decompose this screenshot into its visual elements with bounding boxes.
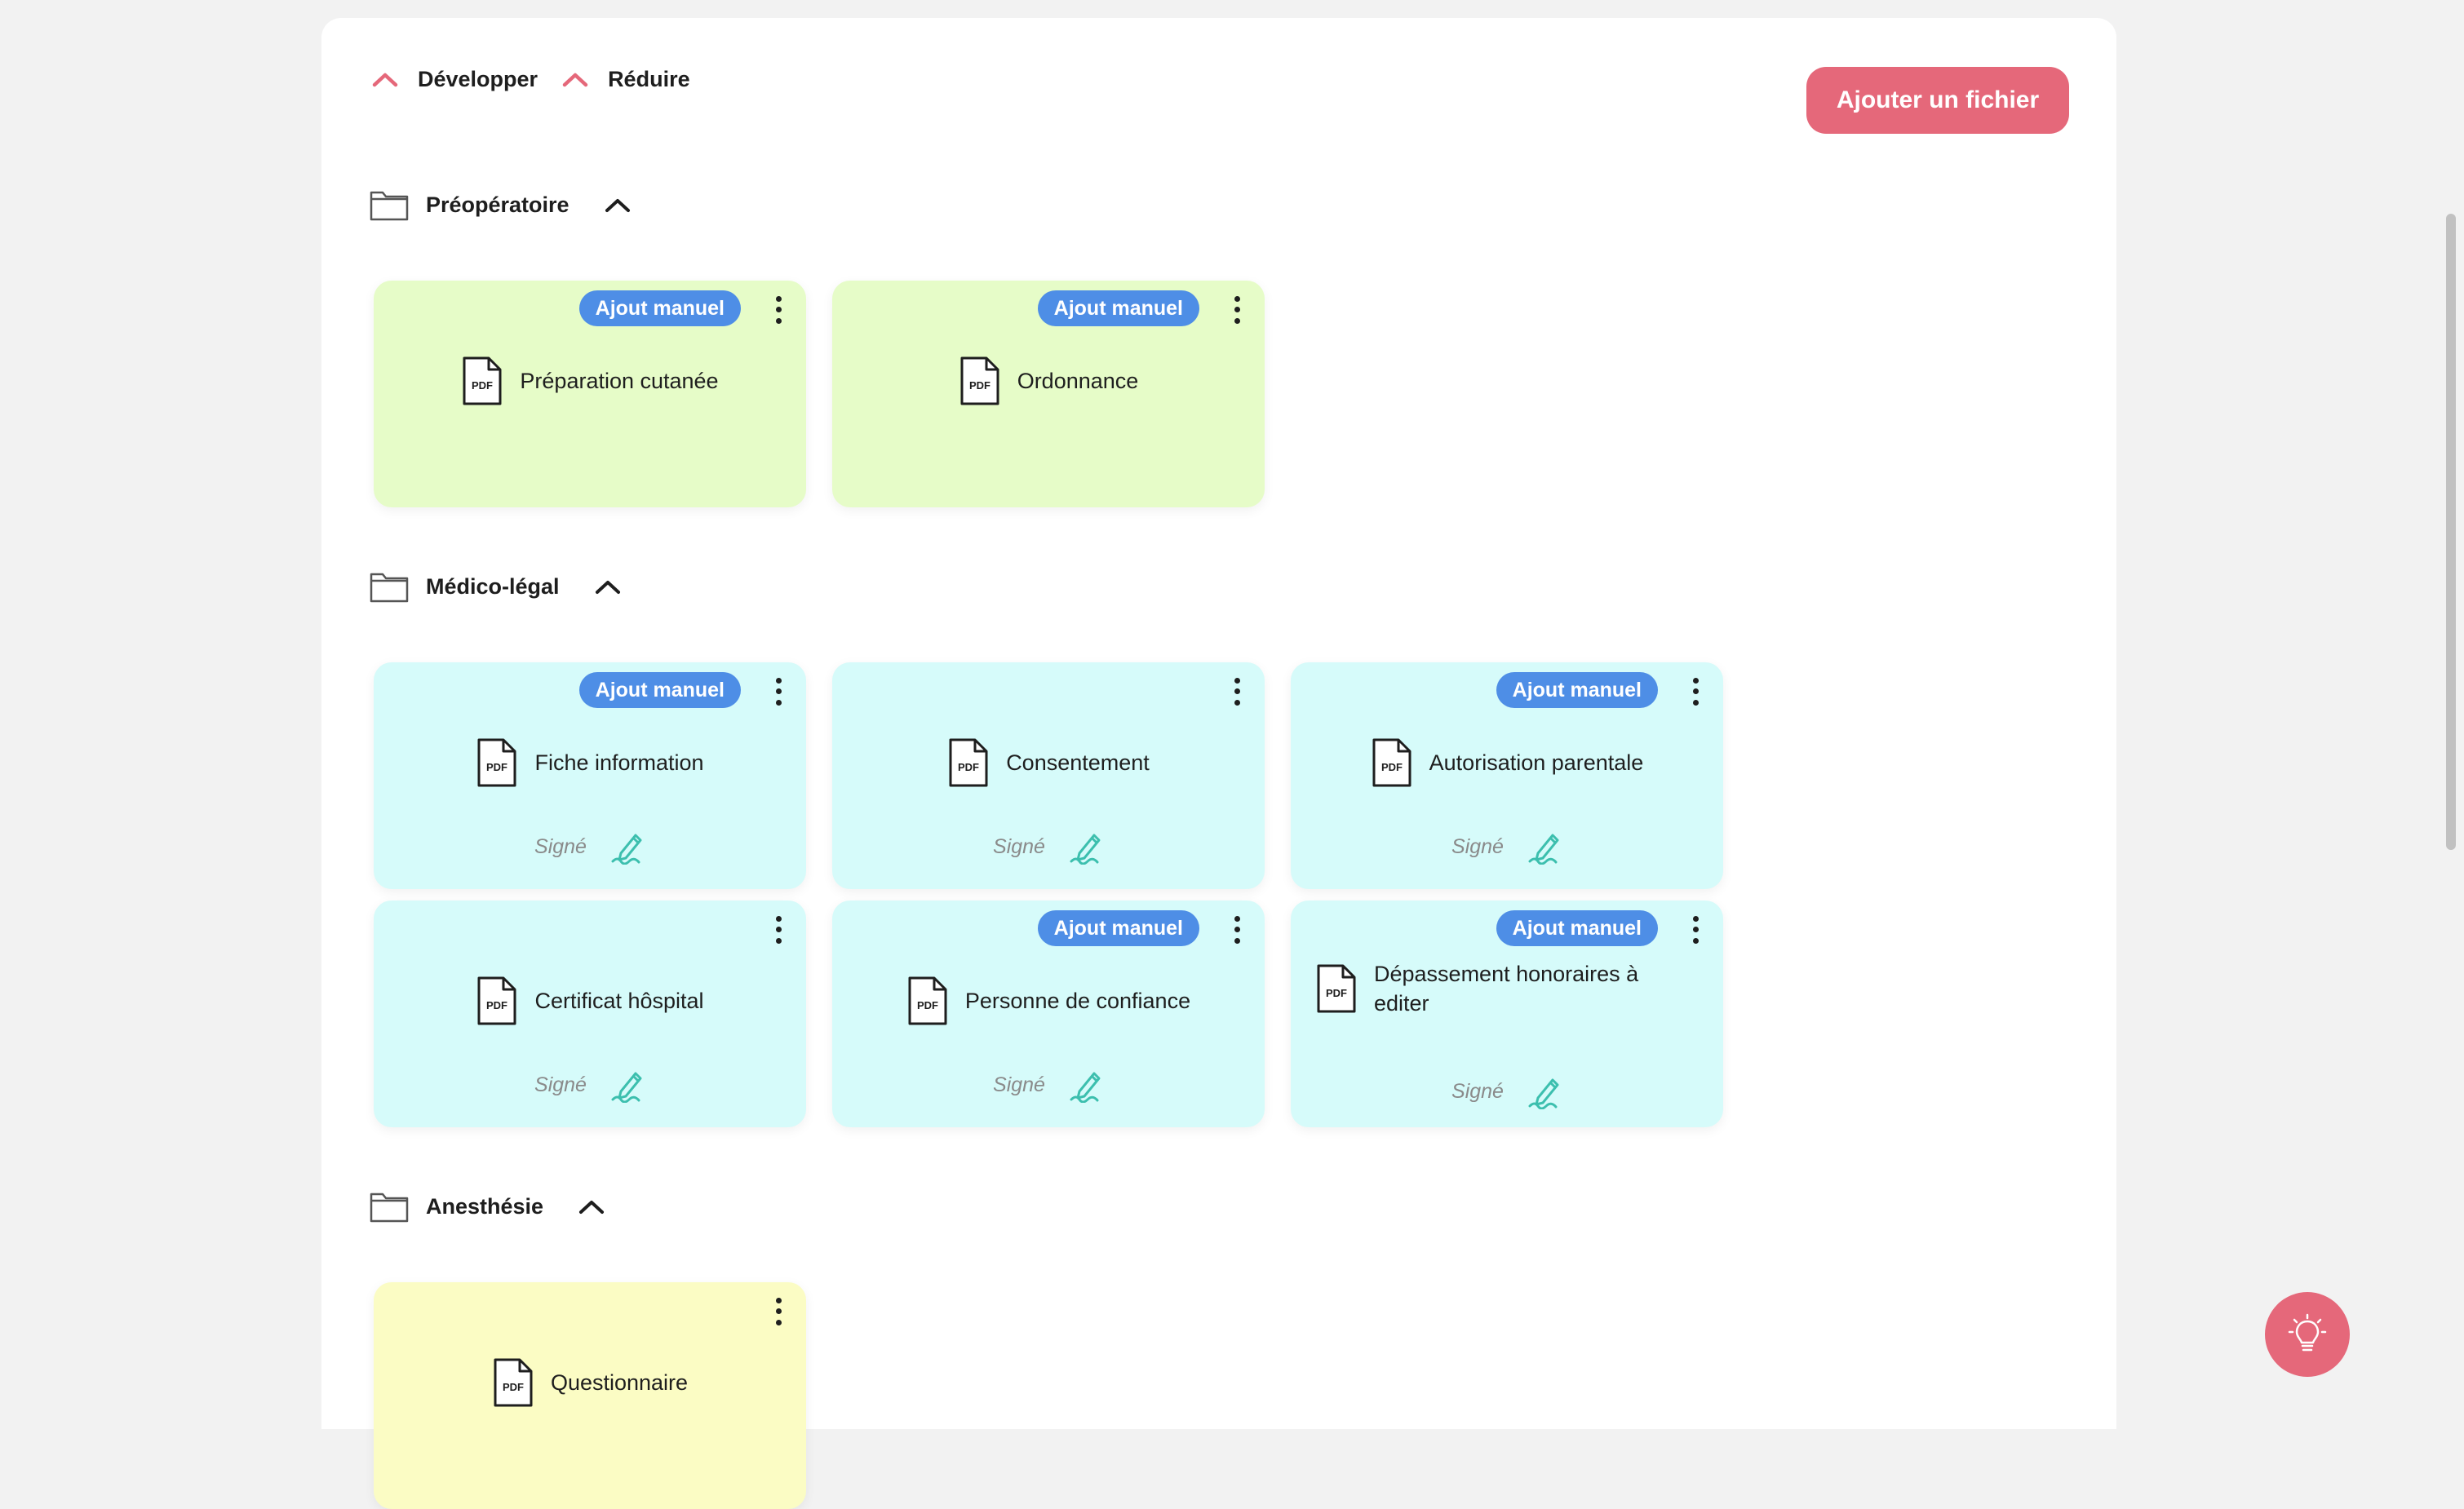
signature-pen-icon bbox=[609, 1067, 645, 1103]
file-name: Préparation cutanée bbox=[520, 369, 719, 393]
collapse-all-label: Réduire bbox=[608, 67, 690, 91]
file-link[interactable]: Ordonnance bbox=[832, 356, 1265, 406]
file-link[interactable]: Consentement bbox=[832, 737, 1265, 788]
file-card[interactable]: Questionnaire bbox=[374, 1282, 806, 1509]
chevron-up-icon[interactable] bbox=[578, 1197, 605, 1216]
pdf-file-icon bbox=[947, 737, 990, 788]
signed-status: Signé bbox=[374, 829, 806, 865]
documents-panel: Développer Réduire Ajouter un fichier Pr… bbox=[321, 18, 2116, 1509]
manual-add-badge: Ajout manuel bbox=[1496, 910, 1658, 946]
manual-add-badge: Ajout manuel bbox=[578, 672, 741, 708]
kebab-menu-icon[interactable] bbox=[1229, 675, 1245, 708]
kebab-menu-icon[interactable] bbox=[770, 1295, 787, 1328]
file-link[interactable]: Autorisation parentale bbox=[1291, 737, 1723, 788]
pdf-file-icon bbox=[959, 356, 1001, 406]
pdf-file-icon bbox=[1315, 963, 1358, 1014]
manual-add-badge: Ajout manuel bbox=[578, 290, 741, 326]
chevron-up-icon[interactable] bbox=[594, 577, 622, 596]
file-name: Certificat hôspital bbox=[534, 989, 704, 1013]
file-name: Questionnaire bbox=[550, 1370, 689, 1395]
file-link[interactable]: Questionnaire bbox=[374, 1357, 806, 1408]
signed-status: Signé bbox=[832, 829, 1265, 865]
kebab-menu-icon[interactable] bbox=[1229, 294, 1245, 326]
manual-add-badge: Ajout manuel bbox=[1496, 672, 1658, 708]
lightbulb-icon bbox=[2288, 1313, 2327, 1352]
file-card[interactable]: Ajout manuel Préparation cutanée bbox=[374, 281, 806, 507]
signed-status: Signé bbox=[832, 1067, 1265, 1103]
signature-pen-icon bbox=[1068, 1067, 1104, 1103]
pdf-file-icon bbox=[906, 976, 949, 1026]
expand-collapse-bar: Développer Réduire bbox=[370, 67, 713, 92]
add-file-button[interactable]: Ajouter un fichier bbox=[1806, 67, 2069, 134]
section-title: Médico-légal bbox=[426, 573, 560, 599]
file-name: Ordonnance bbox=[1017, 369, 1139, 393]
signature-pen-icon bbox=[1527, 1073, 1562, 1109]
file-card[interactable]: Ajout manuel Personne de confiance Signé bbox=[832, 901, 1265, 1127]
pdf-file-icon bbox=[492, 1357, 534, 1408]
section-header-preoperatoire: Préopératoire bbox=[369, 188, 632, 222]
file-name: Dépassement honoraires à editer bbox=[1374, 962, 1639, 1016]
signed-label: Signé bbox=[993, 1073, 1045, 1096]
file-link[interactable]: Certificat hôspital bbox=[374, 976, 806, 1026]
chevron-up-icon[interactable] bbox=[604, 195, 632, 215]
file-name: Personne de confiance bbox=[964, 989, 1191, 1013]
section-title: Préopératoire bbox=[426, 192, 569, 217]
kebab-menu-icon[interactable] bbox=[1687, 675, 1704, 708]
expand-all-label: Développer bbox=[418, 67, 538, 91]
signed-status: Signé bbox=[1291, 1073, 1723, 1109]
signature-pen-icon bbox=[609, 829, 645, 865]
expand-all-button[interactable]: Développer bbox=[370, 67, 538, 92]
signed-label: Signé bbox=[534, 834, 587, 858]
file-card[interactable]: Ajout manuel Dépassement honoraires à ed… bbox=[1291, 901, 1723, 1127]
file-card[interactable]: Ajout manuel Autorisation parentale Sign… bbox=[1291, 662, 1723, 889]
file-card[interactable]: Ajout manuel Fiche information Signé bbox=[374, 662, 806, 889]
file-link[interactable]: Dépassement honoraires à editer bbox=[1291, 959, 1723, 1018]
kebab-menu-icon[interactable] bbox=[770, 675, 787, 708]
kebab-menu-icon[interactable] bbox=[1687, 914, 1704, 946]
manual-add-badge: Ajout manuel bbox=[1037, 910, 1199, 946]
pdf-file-icon bbox=[1371, 737, 1413, 788]
folder-icon bbox=[369, 569, 410, 604]
file-card[interactable]: Certificat hôspital Signé bbox=[374, 901, 806, 1127]
file-link[interactable]: Préparation cutanée bbox=[374, 356, 806, 406]
signed-label: Signé bbox=[1451, 834, 1504, 858]
signed-status: Signé bbox=[1291, 829, 1723, 865]
manual-add-badge: Ajout manuel bbox=[1037, 290, 1199, 326]
section-header-medico-legal: Médico-légal bbox=[369, 569, 622, 604]
signature-pen-icon bbox=[1527, 829, 1562, 865]
file-card[interactable]: Ajout manuel Ordonnance bbox=[832, 281, 1265, 507]
file-link[interactable]: Personne de confiance bbox=[832, 976, 1265, 1026]
signed-label: Signé bbox=[534, 1073, 587, 1096]
folder-icon bbox=[369, 188, 410, 222]
section-header-anesthesie: Anesthésie bbox=[369, 1189, 605, 1224]
section-title: Anesthésie bbox=[426, 1193, 544, 1219]
chevron-up-icon bbox=[370, 70, 400, 90]
kebab-menu-icon[interactable] bbox=[1229, 914, 1245, 946]
signed-label: Signé bbox=[993, 834, 1045, 858]
file-card[interactable]: Consentement Signé bbox=[832, 662, 1265, 889]
folder-icon bbox=[369, 1189, 410, 1224]
collapse-all-button[interactable]: Réduire bbox=[561, 67, 690, 92]
signed-label: Signé bbox=[1451, 1079, 1504, 1103]
file-name: Consentement bbox=[1006, 750, 1150, 775]
signature-pen-icon bbox=[1068, 829, 1104, 865]
help-tips-button[interactable] bbox=[2265, 1292, 2350, 1377]
kebab-menu-icon[interactable] bbox=[770, 294, 787, 326]
file-name: Autorisation parentale bbox=[1429, 750, 1644, 775]
chevron-up-icon bbox=[561, 70, 590, 90]
kebab-menu-icon[interactable] bbox=[770, 914, 787, 946]
file-name: Fiche information bbox=[534, 750, 704, 775]
pdf-file-icon bbox=[461, 356, 503, 406]
signed-status: Signé bbox=[374, 1067, 806, 1103]
file-link[interactable]: Fiche information bbox=[374, 737, 806, 788]
pdf-file-icon bbox=[476, 976, 518, 1026]
page-scrollbar[interactable] bbox=[2446, 214, 2456, 850]
pdf-file-icon bbox=[476, 737, 518, 788]
